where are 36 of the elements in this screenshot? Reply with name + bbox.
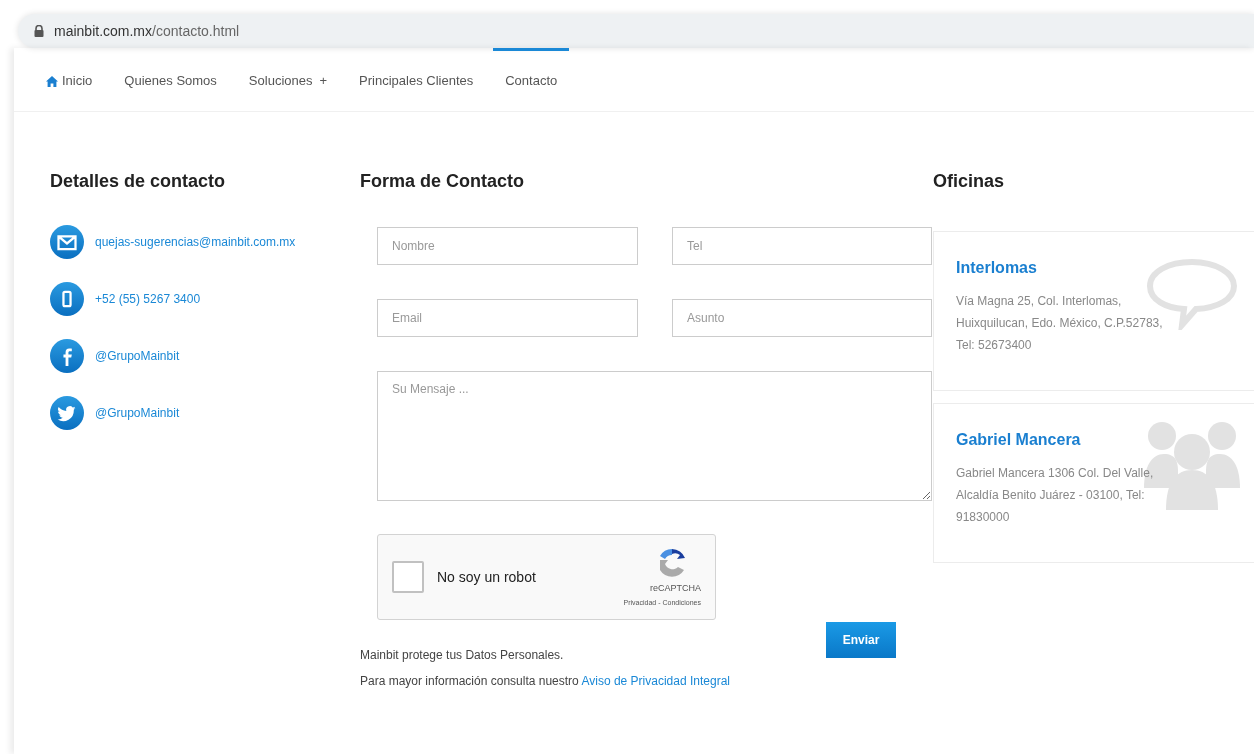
office-address: Vía Magna 25, Col. Interlomas, Huixquilucan, Edo. México, C.P.52783, Tel: 52673400 (956, 293, 1164, 354)
captcha-checkbox[interactable] (392, 561, 424, 593)
contact-link[interactable]: @GrupoMainbit (95, 347, 180, 365)
captcha-label: No soy un robot (437, 567, 537, 587)
office-name: Gabriel Mancera (956, 430, 1082, 450)
message-field[interactable]: Su Mensaje ... (377, 371, 932, 501)
contact-link[interactable]: quejas-sugerencias@mainbit.com.mx (95, 233, 296, 251)
section-title: Detalles de contacto (50, 170, 227, 193)
twitter-icon (50, 396, 84, 430)
submit-button[interactable]: Enviar (826, 622, 896, 658)
section-title: Forma de Contacto (360, 170, 525, 193)
captcha-brand: reCAPTCHA (650, 582, 701, 595)
privacy-note: Mainbit protege tus Datos Personales. (360, 647, 565, 664)
url-text: mainbit.com.mx/contacto.html (54, 21, 240, 41)
office-address: Gabriel Mancera 1306 Col. Del Valle, Alcaldía Benito Juárez - 03100, Tel: 91830000 (956, 465, 1155, 526)
text-field[interactable]: Nombre (377, 227, 638, 265)
nav-link[interactable]: Principales Clientes (347, 48, 486, 111)
lock-icon (34, 25, 44, 37)
office-name: Interlomas (956, 258, 1038, 278)
nav-link[interactable]: Quienes Somos (112, 48, 229, 111)
address-bar[interactable]: mainbit.com.mx/contacto.html (18, 14, 1254, 48)
nav-link[interactable]: Contacto (493, 48, 570, 111)
section-title: Oficinas (933, 170, 1006, 193)
text-field[interactable]: Email (377, 299, 638, 337)
text-field[interactable]: Tel (672, 227, 932, 265)
facebook-icon (50, 339, 84, 373)
privacy-link[interactable]: Aviso de Privacidad Integral (581, 674, 730, 688)
nav-link[interactable]: Soluciones + (236, 48, 340, 111)
privacy-note: Para mayor información consulta nuestro Aviso de Privacidad Integral (360, 673, 731, 690)
home-icon (46, 75, 58, 87)
nav-link[interactable]: Inicio (34, 48, 105, 111)
phone-icon (50, 282, 84, 316)
contact-link[interactable]: +52 (55) 5267 3400 (95, 290, 201, 308)
contact-link[interactable]: @GrupoMainbit (95, 404, 180, 422)
text-field[interactable]: Asunto (672, 299, 932, 337)
envelope-icon (50, 225, 84, 259)
